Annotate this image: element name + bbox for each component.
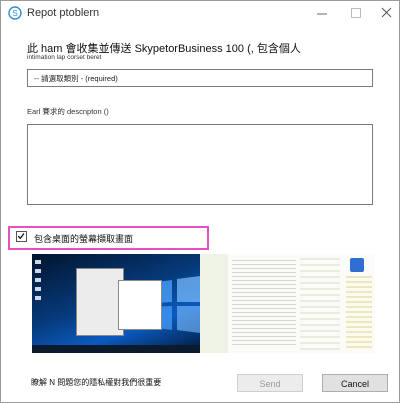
screenshot-checkbox-label: 包含桌面的螢幕擷取畫面 (34, 234, 134, 244)
thumb-right-column (346, 276, 372, 350)
description-label: Earl 賽求的 descnpton () (27, 107, 109, 116)
svg-text:S: S (12, 9, 17, 18)
thumb-panel (300, 258, 340, 350)
maximize-icon[interactable] (346, 4, 366, 22)
open-window-thumbnail (76, 268, 124, 336)
cancel-button[interactable]: Cancel (322, 374, 388, 392)
taskbar (32, 345, 200, 353)
close-icon[interactable] (377, 4, 397, 22)
category-select-value: -- 請選取類別 - (required) (34, 74, 118, 83)
category-select[interactable]: -- 請選取類別 - (required) (27, 69, 373, 87)
minimize-icon[interactable] (312, 4, 332, 22)
report-problem-window: S Repot ptoblern 此 ham 會收集並傳送 SkypetorBu… (0, 0, 400, 403)
desktop-wallpaper (32, 254, 200, 353)
thumb-sidebar (200, 254, 228, 353)
send-button[interactable]: Send (237, 374, 303, 392)
screenshot-checkbox[interactable] (16, 231, 27, 242)
app-window-thumbnail (200, 254, 375, 353)
title-bar: S Repot ptoblern (1, 1, 399, 27)
open-window-thumbnail (118, 280, 162, 330)
form-subnote: intimation lap corset beret (27, 54, 102, 61)
thumb-refresh-icon (350, 258, 364, 272)
desktop-screenshot-preview (32, 254, 375, 353)
skype-icon: S (8, 6, 22, 20)
thumb-text-lines (232, 260, 296, 348)
window-title: Repot ptoblern (27, 7, 100, 19)
privacy-notice: 瞭解 N 問題您的隱私權對我們很重要 (31, 378, 162, 387)
desktop-icons (35, 260, 41, 300)
checkmark-icon (17, 233, 25, 240)
description-textarea[interactable] (27, 124, 373, 205)
